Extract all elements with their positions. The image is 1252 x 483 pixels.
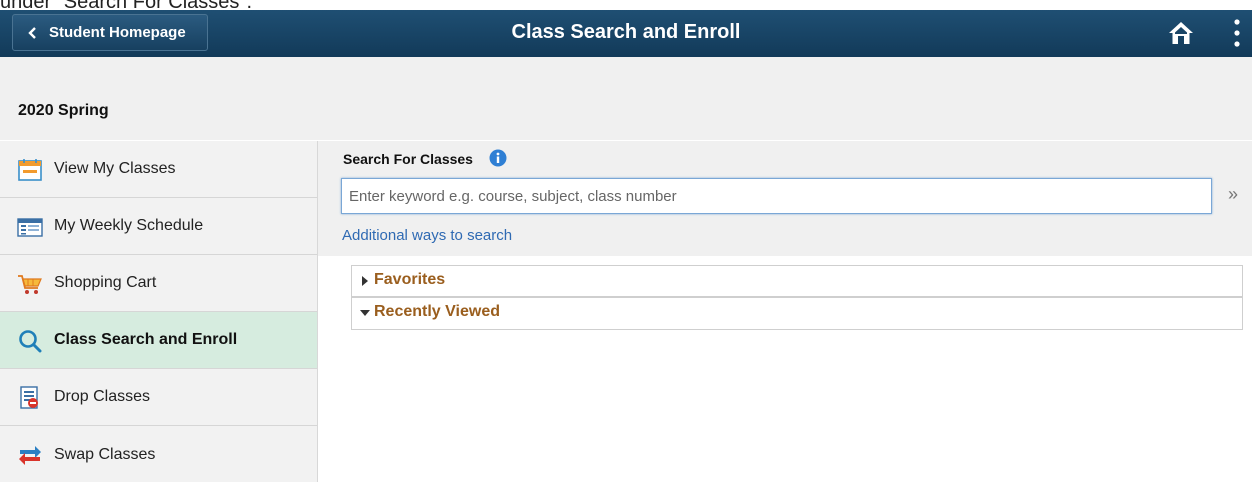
schedule-icon [17,218,43,237]
chevron-left-icon [28,26,36,39]
search-for-classes-label: Search For Classes [343,151,473,167]
sidebar: View My Classes My Weekly Schedule Shopp… [0,141,318,482]
sidebar-item-label: My Weekly Schedule [54,217,204,234]
cart-icon [18,275,42,294]
sidebar-item-label: Drop Classes [54,388,151,405]
calendar-icon [18,159,42,181]
header-bar: Student Homepage Class Search and Enroll [0,10,1252,57]
info-icon[interactable] [489,149,507,167]
caret-down-icon [360,310,370,316]
sidebar-item-drop-classes[interactable]: Drop Classes [0,369,317,426]
sidebar-item-class-search-and-enroll[interactable]: Class Search and Enroll [0,312,317,369]
search-input[interactable] [341,178,1212,214]
favorites-label: Favorites [374,271,446,288]
favorites-section[interactable]: Favorites [351,265,1243,297]
home-icon[interactable] [1167,20,1195,46]
sidebar-item-shopping-cart[interactable]: Shopping Cart [0,255,317,312]
sidebar-item-swap-classes[interactable]: Swap Classes [0,426,317,483]
recently-viewed-label: Recently Viewed [374,303,500,320]
drop-icon [20,386,38,409]
search-icon [19,330,42,353]
additional-ways-to-search-link[interactable]: Additional ways to search [342,227,512,244]
sidebar-item-label: Shopping Cart [54,274,157,291]
swap-icon [19,446,41,465]
student-homepage-button[interactable]: Student Homepage [12,14,208,51]
sidebar-item-label: View My Classes [54,160,176,177]
term-label: 2020 Spring [18,102,109,119]
caret-right-icon [362,276,368,286]
recently-viewed-section[interactable]: Recently Viewed [351,297,1243,330]
sidebar-item-label: Swap Classes [54,445,156,463]
sidebar-item-my-weekly-schedule[interactable]: My Weekly Schedule [0,198,317,255]
back-button-label: Student Homepage [49,24,186,41]
more-options-icon[interactable] [1232,18,1242,48]
term-band [0,57,1252,140]
sidebar-item-label: Class Search and Enroll [54,331,238,348]
search-go-button[interactable]: » [1218,180,1248,210]
sidebar-item-view-my-classes[interactable]: View My Classes [0,141,317,198]
